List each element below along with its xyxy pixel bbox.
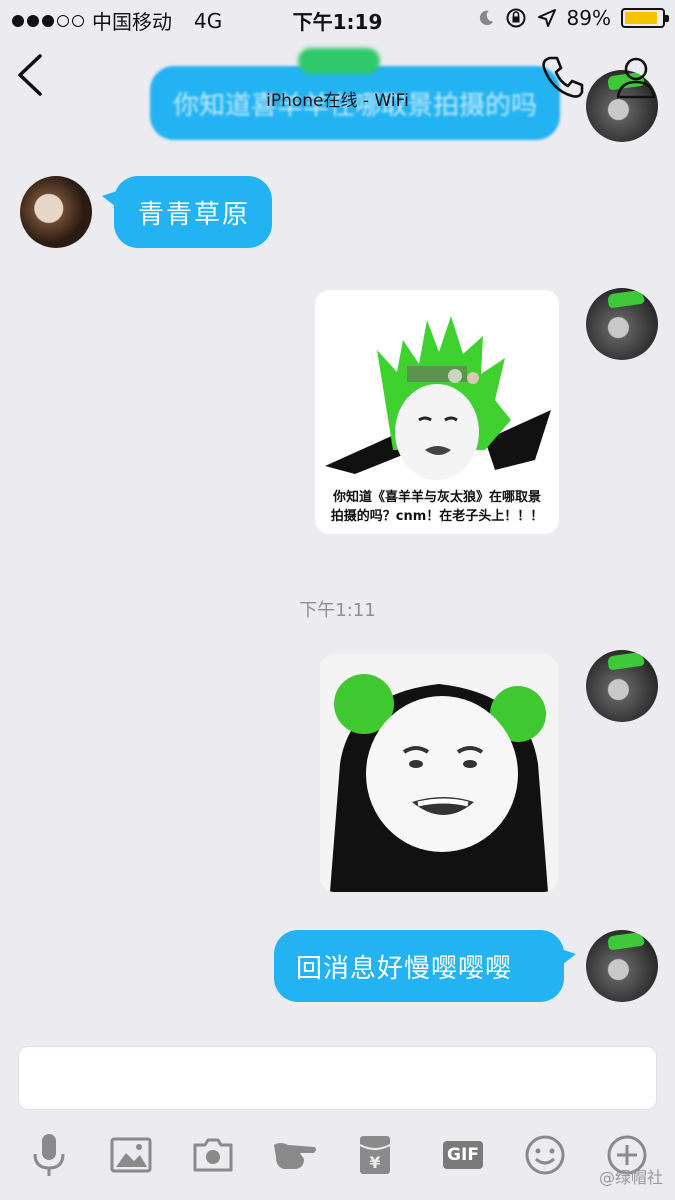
watermark: @绿帽社 — [598, 1168, 663, 1187]
sticker-caption-line-2: 拍摄的吗？cnm！在老子头上！！！ — [330, 509, 544, 524]
hand-icon[interactable] — [270, 1130, 320, 1180]
emoji-icon[interactable] — [520, 1130, 570, 1180]
phone-icon[interactable] — [538, 54, 586, 100]
panda-sticker-illustration — [325, 316, 551, 480]
panda-face-illustration — [320, 654, 558, 892]
gif-icon[interactable]: GIF — [438, 1130, 488, 1180]
red-envelope-icon[interactable]: ¥ — [350, 1130, 400, 1180]
my-avatar[interactable] — [586, 288, 658, 360]
sticker-caption-line-1: 你知道《喜羊羊与灰太狼》在哪取景 — [332, 490, 541, 505]
profile-icon[interactable] — [612, 54, 660, 100]
yuan-symbol: ¥ — [369, 1153, 380, 1172]
camera-icon[interactable] — [188, 1130, 238, 1180]
sticker-caption: 你知道《喜羊羊与灰太狼》在哪取景 拍摄的吗？cnm！在老子头上！！！ — [315, 488, 559, 526]
gif-label: GIF — [443, 1141, 483, 1169]
sticker-image-panda-green-ears[interactable] — [320, 654, 558, 892]
contact-avatar[interactable] — [20, 176, 92, 248]
chat-area[interactable]: 你知道喜羊羊在哪取景拍摄的吗 青青草原 你知道《喜羊羊与灰太狼》在哪取景 拍摄的… — [0, 0, 675, 1040]
image-icon[interactable] — [106, 1130, 156, 1180]
microphone-icon[interactable] — [24, 1130, 74, 1180]
message-timestamp: 下午1:11 — [299, 600, 376, 621]
my-avatar[interactable] — [586, 930, 658, 1002]
nav-bar: iPhone在线 - WiFi — [0, 36, 675, 114]
received-message-bubble[interactable]: 青青草原 — [102, 176, 272, 248]
sent-message-bubble[interactable]: 回消息好慢嘤嘤嘤 — [274, 930, 576, 1002]
contact-name-blurred — [298, 48, 380, 74]
message-input[interactable] — [18, 1046, 657, 1110]
sticker-image-panda-green-hair[interactable]: 你知道《喜羊羊与灰太狼》在哪取景 拍摄的吗？cnm！在老子头上！！！ — [315, 290, 559, 534]
my-avatar[interactable] — [586, 650, 658, 722]
input-area: ¥ GIF @绿帽社 — [0, 1030, 675, 1200]
input-toolbar: ¥ GIF — [0, 1130, 675, 1190]
